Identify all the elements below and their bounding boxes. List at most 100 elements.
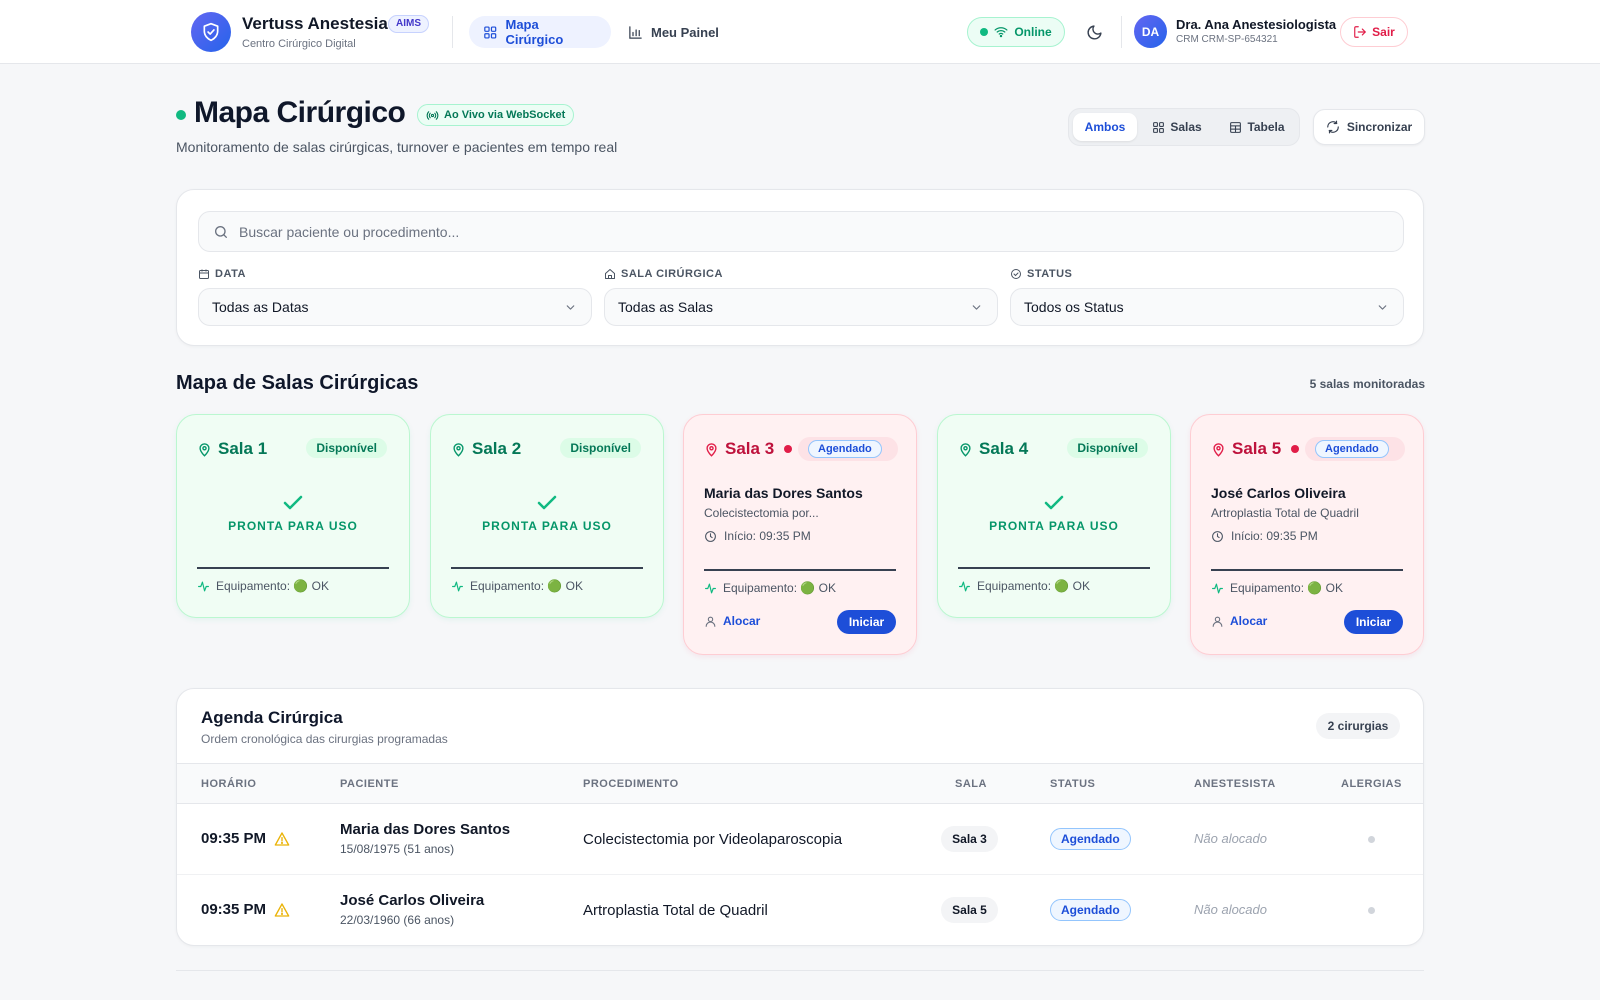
view-ambos-button[interactable]: Ambos	[1073, 113, 1137, 141]
equipment-label: Equipamento: 🟢 OK	[216, 579, 329, 593]
activity-icon	[198, 581, 209, 591]
table-row[interactable]: 09:35 PM José Carlos Oliveira 22/03/1960…	[177, 875, 1423, 945]
start-button[interactable]: Iniciar	[837, 610, 896, 634]
column-header[interactable]: SALA	[955, 778, 987, 790]
room-title: Sala 2	[451, 439, 521, 459]
status-badge: Agendado	[1315, 440, 1389, 458]
equipment-label: Equipamento: 🟢 OK	[470, 579, 583, 593]
logout-button[interactable]: Sair	[1340, 17, 1408, 47]
filter-panel: DATA Todas as Datas SALA CIRÚRGICA Todas…	[176, 189, 1424, 346]
clock-icon	[705, 530, 716, 542]
table-header: HORÁRIO PACIENTE PROCEDIMENTO SALA STATU…	[177, 763, 1423, 804]
top-header: Vertuss Anestesia AIMS Centro Cirúrgico …	[0, 0, 1600, 64]
allergy-indicator	[1368, 907, 1375, 914]
surgery-time: 09:35 PM	[201, 830, 290, 847]
agenda-count-badge: 2 cirurgias	[1316, 713, 1400, 739]
room-name: Sala 4	[979, 439, 1029, 458]
brand-title: Vertuss Anestesia	[242, 14, 388, 33]
map-pin-icon	[960, 442, 971, 457]
online-label: Online	[1014, 25, 1052, 39]
grid-icon	[1153, 121, 1165, 133]
surgery-time: 09:35 PM	[201, 901, 290, 918]
nav-meu-painel[interactable]: Meu Painel	[614, 16, 733, 48]
equipment-status: Equipamento: 🟢 OK	[1211, 581, 1343, 595]
wifi-icon	[994, 27, 1008, 38]
view-tabela-label: Tabela	[1247, 120, 1285, 134]
alert-dot	[784, 445, 792, 453]
chevron-down-icon	[972, 304, 981, 310]
room-card-sala-4[interactable]: Sala 4 Disponível PRONTA PARA USO Equipa…	[937, 414, 1171, 618]
column-header[interactable]: STATUS	[1050, 778, 1095, 790]
room-badge: Sala 5	[941, 897, 998, 923]
date-label-text: DATA	[215, 268, 246, 280]
column-header[interactable]: PACIENTE	[340, 778, 399, 790]
rooms-section-title: Mapa de Salas Cirúrgicas	[176, 372, 419, 394]
search-input[interactable]	[239, 223, 1339, 240]
room-name: Sala 3	[725, 439, 775, 458]
room-card-sala-1[interactable]: Sala 1 Disponível PRONTA PARA USO Equipa…	[176, 414, 410, 618]
room-title: Sala 1	[197, 439, 267, 459]
start-time-label: Início: 09:35 PM	[1231, 529, 1318, 543]
column-header[interactable]: HORÁRIO	[201, 778, 256, 790]
activity-icon	[959, 581, 970, 591]
status-select[interactable]: Todos os Status	[1010, 288, 1404, 326]
room-card-sala-5[interactable]: Sala 5 Agendado José Carlos Oliveira Art…	[1190, 414, 1424, 655]
check-icon	[283, 495, 303, 510]
room-name: Sala 1	[218, 439, 268, 458]
anesthetist: Não alocado	[1194, 831, 1267, 846]
nav-mapa-cirurgico[interactable]: Mapa Cirúrgico	[469, 16, 611, 48]
user-icon	[1212, 616, 1223, 627]
room-badge: Sala 3	[941, 826, 998, 852]
user-crm: CRM CRM-SP-654321	[1176, 34, 1278, 45]
activity-icon	[705, 583, 716, 593]
procedure-name: Colecistectomia por...	[704, 506, 819, 520]
search-box	[198, 211, 1404, 252]
room-select-value: Todas as Salas	[618, 299, 713, 315]
activity-icon	[1212, 583, 1223, 593]
room-select[interactable]: Todas as Salas	[604, 288, 998, 326]
start-button[interactable]: Iniciar	[1344, 610, 1403, 634]
table-row[interactable]: 09:35 PM Maria das Dores Santos 15/08/19…	[177, 804, 1423, 875]
procedure-name: Artroplastia Total de Quadril	[583, 902, 768, 919]
allocate-label: Alocar	[1230, 614, 1268, 628]
room-title: Sala 3	[704, 439, 774, 459]
date-select[interactable]: Todas as Datas	[198, 288, 592, 326]
page-title: Mapa Cirúrgico	[194, 96, 406, 129]
avatar[interactable]: DA	[1134, 15, 1167, 48]
dark-mode-toggle[interactable]	[1082, 20, 1106, 44]
room-title: Sala 4	[958, 439, 1028, 459]
view-ambos-label: Ambos	[1084, 120, 1126, 134]
header-divider	[1121, 16, 1122, 48]
procedure-name: Artroplastia Total de Quadril	[1211, 506, 1359, 520]
map-pin-icon	[453, 442, 464, 457]
live-badge-label: Ao Vivo via WebSocket	[444, 109, 566, 121]
surgery-time-value: 09:35 PM	[201, 830, 267, 847]
status-badge: Disponível	[306, 438, 387, 458]
table-icon	[1230, 121, 1242, 133]
column-header[interactable]: PROCEDIMENTO	[583, 778, 679, 790]
shield-logo-icon[interactable]	[191, 12, 231, 52]
patient-name: José Carlos Oliveira	[340, 892, 485, 909]
allocate-button[interactable]: Alocar	[704, 614, 760, 628]
status-select-value: Todos os Status	[1024, 299, 1124, 315]
view-salas-label: Salas	[1170, 120, 1202, 134]
room-card-sala-3[interactable]: Sala 3 Agendado Maria das Dores Santos C…	[683, 414, 917, 655]
home-icon	[605, 269, 615, 279]
user-icon	[705, 616, 716, 627]
equipment-status: Equipamento: 🟢 OK	[197, 579, 329, 593]
start-time: Início: 09:35 PM	[704, 529, 811, 543]
ready-label: PRONTA PARA USO	[989, 519, 1119, 533]
column-header[interactable]: ALERGIAS	[1341, 778, 1402, 790]
online-status: Online	[967, 17, 1065, 47]
view-tabela-button[interactable]: Tabela	[1217, 113, 1297, 141]
ready-label: PRONTA PARA USO	[482, 519, 612, 533]
room-card-sala-2[interactable]: Sala 2 Disponível PRONTA PARA USO Equipa…	[430, 414, 664, 618]
allocate-label: Alocar	[723, 614, 761, 628]
view-salas-button[interactable]: Salas	[1141, 113, 1213, 141]
sync-button[interactable]: Sincronizar	[1313, 109, 1425, 145]
room-divider	[1211, 569, 1403, 571]
allocate-button[interactable]: Alocar	[1211, 614, 1267, 628]
column-header[interactable]: ANESTESISTA	[1194, 778, 1276, 790]
room-name: Sala 5	[1232, 439, 1282, 458]
status-badge: Disponível	[1067, 438, 1148, 458]
